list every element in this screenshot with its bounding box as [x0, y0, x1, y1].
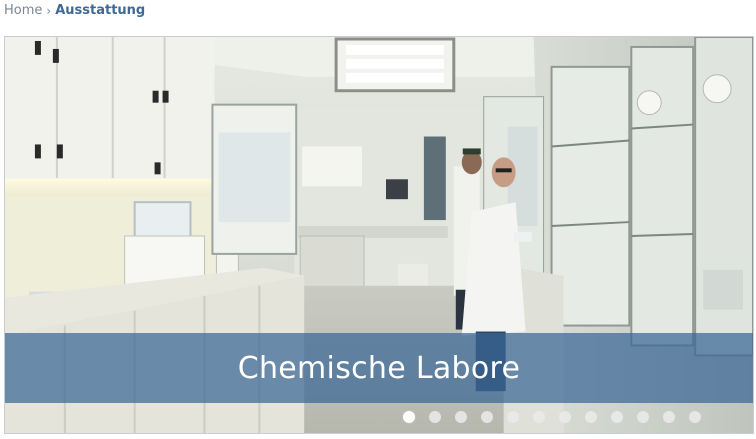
- slider-dot[interactable]: [689, 411, 701, 423]
- slider-dot[interactable]: [429, 411, 441, 423]
- breadcrumb-separator: ›: [46, 4, 52, 18]
- image-slider[interactable]: Chemische Labore: [4, 36, 754, 434]
- breadcrumb-current: Ausstattung: [55, 3, 146, 18]
- slider-dot[interactable]: [637, 411, 649, 423]
- slider-dot[interactable]: [559, 411, 571, 423]
- slider-pagination: [403, 411, 701, 423]
- page: Home › Ausstattung Chemische Labore: [0, 0, 756, 439]
- slider-dot[interactable]: [403, 411, 415, 423]
- slider-dot[interactable]: [611, 411, 623, 423]
- slider-dot[interactable]: [533, 411, 545, 423]
- slider-dot[interactable]: [585, 411, 597, 423]
- slider-dot[interactable]: [481, 411, 493, 423]
- slide-caption-band: Chemische Labore: [5, 333, 753, 403]
- breadcrumb: Home › Ausstattung: [4, 2, 145, 20]
- slider-dot[interactable]: [455, 411, 467, 423]
- slide-caption: Chemische Labore: [237, 350, 521, 386]
- slider-dot[interactable]: [663, 411, 675, 423]
- slider-dot[interactable]: [507, 411, 519, 423]
- breadcrumb-home-link[interactable]: Home: [4, 2, 42, 20]
